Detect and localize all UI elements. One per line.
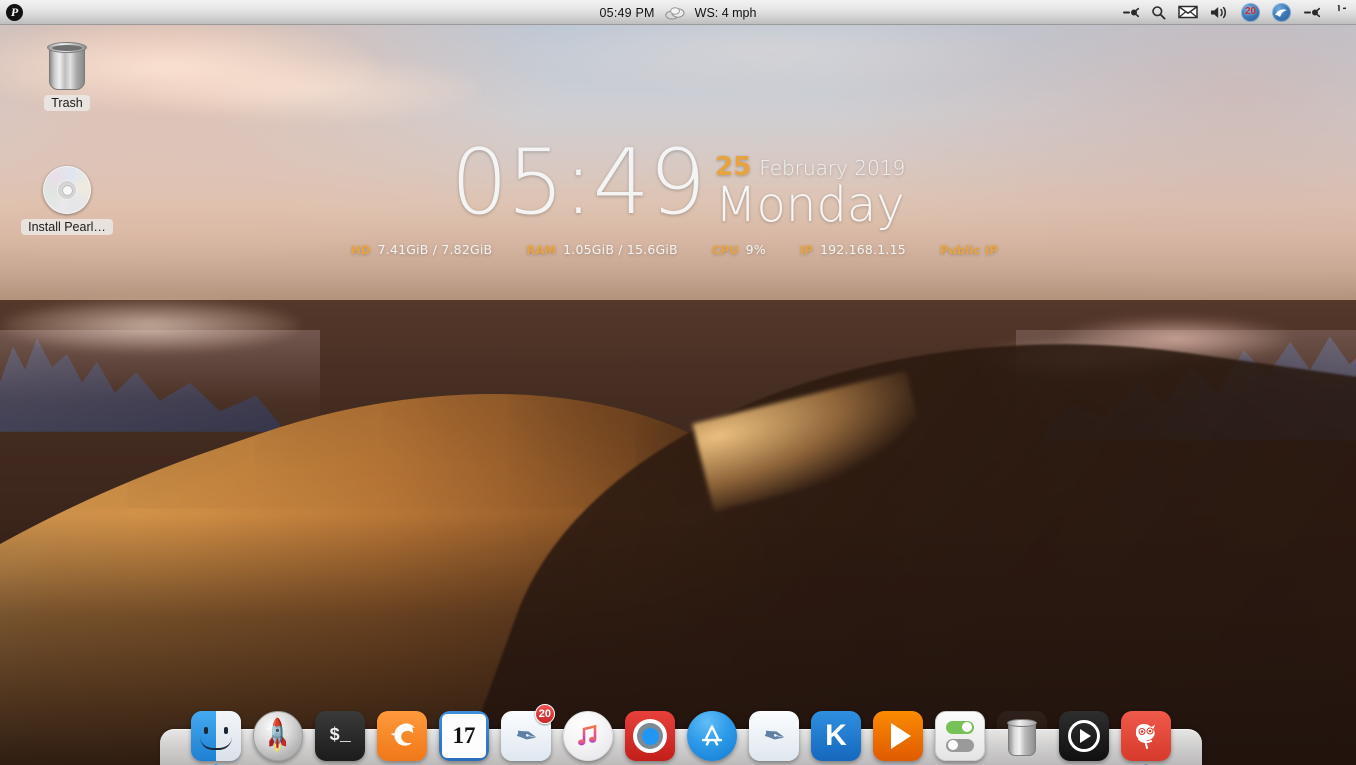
menu-bar-tray: 20 (1122, 2, 1356, 22)
mail-icon[interactable] (1178, 5, 1198, 19)
volume-icon[interactable] (1210, 5, 1229, 20)
dock-item-calendar[interactable]: 17 (437, 707, 491, 761)
dock-item-media[interactable] (1057, 707, 1111, 761)
dock-item-gimp[interactable] (1119, 707, 1173, 765)
target-icon (625, 711, 675, 761)
dock-item-player[interactable] (871, 707, 925, 761)
search-icon[interactable] (1151, 5, 1166, 20)
desktop-icon-trash[interactable]: Trash (12, 38, 122, 111)
dock-item-itunes[interactable] (561, 707, 615, 761)
dock-item-k[interactable]: K (809, 707, 863, 761)
k-app-letter: K (825, 719, 847, 752)
dock-item-trash[interactable] (995, 707, 1049, 761)
dock-item-terminal[interactable]: $_ (313, 707, 367, 761)
trash-icon (47, 38, 87, 90)
gimp-icon (1121, 711, 1171, 761)
quill-icon: ✒ (749, 711, 799, 761)
power-icon[interactable] (1332, 5, 1346, 19)
app-store-icon (687, 711, 737, 761)
calendar-icon: 17 (439, 711, 489, 761)
settings-toggles-icon (935, 711, 985, 761)
play-icon (873, 711, 923, 761)
terminal-icon: $_ (315, 711, 365, 761)
dock-item-target[interactable] (623, 707, 677, 761)
dock-items: 🚀 $_ 17 ✒ 20 ✒ K (160, 693, 1202, 765)
mail-unread-badge: 20 (534, 704, 555, 724)
finder-icon (191, 711, 241, 761)
terminal-prompt-glyph: $_ (329, 726, 351, 746)
dock: 🚀 $_ 17 ✒ 20 ✒ K (160, 693, 1202, 765)
launchpad-icon: 🚀 (253, 711, 303, 761)
media-play-icon (1059, 711, 1109, 761)
firefox-icon (377, 711, 427, 761)
dock-item-appstore[interactable] (685, 707, 739, 761)
dock-item-textedit[interactable]: ✒ (747, 707, 801, 761)
desktop-wallpaper[interactable] (0, 0, 1356, 765)
menu-bar: P 05:49 PM WS: 4 mph 20 (0, 0, 1356, 25)
bluetooth-2-icon[interactable] (1303, 5, 1320, 20)
calendar-day-number: 17 (442, 714, 486, 758)
cloud-icon (664, 6, 685, 20)
dock-item-launchpad[interactable]: 🚀 (251, 707, 305, 761)
cloud-shape (140, 58, 480, 122)
dock-item-mail[interactable]: ✒ 20 (499, 704, 555, 761)
dock-item-settings[interactable] (933, 707, 987, 761)
network-manager-icon[interactable] (1272, 2, 1291, 22)
menu-bar-clock[interactable]: 05:49 PM (600, 6, 655, 20)
pearl-os-logo-icon[interactable]: P (6, 3, 23, 21)
bluetooth-icon[interactable] (1122, 5, 1139, 20)
k-app-icon: K (811, 711, 861, 761)
desktop-icon-label: Trash (44, 95, 90, 111)
disc-icon (43, 166, 91, 214)
update-count-badge: 20 (1244, 6, 1257, 17)
desktop-screen: P 05:49 PM WS: 4 mph 20 Trash Install Pe… (0, 0, 1356, 765)
cloud-shape (0, 300, 300, 352)
dock-item-firefox[interactable] (375, 707, 429, 761)
trash-icon (997, 711, 1047, 761)
desktop-icon-label: Install Pearl… (21, 219, 113, 235)
music-note-icon (563, 711, 613, 761)
menu-bar-left: P (0, 3, 23, 21)
update-manager-icon[interactable]: 20 (1241, 2, 1260, 22)
menu-bar-weather[interactable]: WS: 4 mph (695, 6, 757, 20)
dock-item-finder[interactable] (189, 707, 243, 765)
desktop-icon-install-pearl[interactable]: Install Pearl… (12, 166, 122, 235)
